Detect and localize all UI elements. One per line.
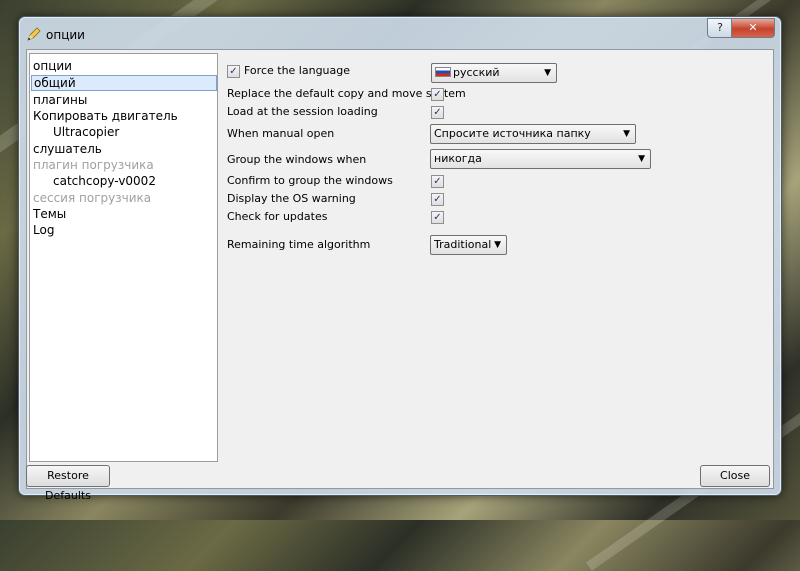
remaining-time-combo[interactable]: Traditional ▼ <box>430 235 507 255</box>
tree-item-label: слушатель <box>33 142 102 156</box>
options-window: опции ? ✕ опции общий плагины Копировать д… <box>18 16 782 502</box>
tree-item[interactable]: слушатель <box>31 141 217 157</box>
load-session-label: Load at the session loading <box>227 105 378 118</box>
force-language-checkbox[interactable]: ✓ <box>227 65 240 78</box>
manual-open-combo[interactable]: Спросите источника папку ▼ <box>430 124 636 144</box>
chevron-down-icon: ▼ <box>638 154 645 164</box>
pencil-icon <box>27 27 41 41</box>
dialog-client-area: опции общий плагины Копировать двигатель Ul… <box>26 49 774 502</box>
close-button[interactable]: Close <box>700 465 770 487</box>
confirm-group-label: Confirm to group the windows <box>227 174 393 187</box>
close-icon: ✕ <box>748 21 758 34</box>
tree-item[interactable]: плагин погрузчика <box>31 157 217 173</box>
group-windows-row: Group the windows when <box>227 151 366 169</box>
check-updates-checkbox[interactable]: ✓ <box>431 211 444 224</box>
tree-item[interactable]: Ultracopier <box>31 124 217 140</box>
help-icon: ? <box>717 21 723 34</box>
tree-item-label: Log <box>33 223 55 237</box>
restore-defaults-button[interactable]: Restore Defaults <box>26 465 110 502</box>
check-updates-label: Check for updates <box>227 210 328 223</box>
tree-header: опции <box>33 59 72 73</box>
tree-item-label: плагины <box>33 93 88 107</box>
tree-item[interactable]: Темы <box>31 206 217 222</box>
os-warning-row: Display the OS warning <box>227 190 356 208</box>
tree-item-label: плагин погрузчика <box>33 158 154 172</box>
chevron-down-icon: ▼ <box>544 68 551 78</box>
language-combo[interactable]: русский ▼ <box>431 63 557 83</box>
tree-item-label: Ultracopier <box>53 125 120 139</box>
os-warning-label: Display the OS warning <box>227 192 356 205</box>
group-windows-combo[interactable]: никогда ▼ <box>430 149 651 169</box>
tree-item-label: catchcopy-v0002 <box>53 174 156 188</box>
manual-open-label: When manual open <box>227 127 335 140</box>
check-updates-row: Check for updates <box>227 208 327 226</box>
tree-item-label: Темы <box>33 207 67 221</box>
load-session-checkbox[interactable]: ✓ <box>431 106 444 119</box>
confirm-group-row: Confirm to group the windows <box>227 172 393 190</box>
remaining-time-label: Remaining time algorithm <box>227 238 371 251</box>
group-windows-label: Group the windows when <box>227 153 367 166</box>
tree-item[interactable]: плагины <box>31 92 217 108</box>
load-session-row: Load at the session loading <box>227 103 378 121</box>
tree-item[interactable]: общий <box>31 75 217 91</box>
manual-open-row: When manual open <box>227 125 334 143</box>
confirm-group-checkbox[interactable]: ✓ <box>431 175 444 188</box>
tree-item[interactable]: сессия погрузчика <box>31 190 217 206</box>
remaining-time-row: Remaining time algorithm <box>227 236 370 254</box>
os-warning-checkbox[interactable]: ✓ <box>431 193 444 206</box>
replace-default-row: Replace the default copy and move system <box>227 85 466 103</box>
title-bar[interactable]: опции ? ✕ <box>19 17 781 49</box>
replace-default-label: Replace the default copy and move system <box>227 87 466 100</box>
force-language-label: Force the language <box>244 64 351 77</box>
tree-item-label: сессия погрузчика <box>33 191 152 205</box>
help-button[interactable]: ? <box>707 18 733 38</box>
options-tree[interactable]: опции общий плагины Копировать двигатель Ul… <box>29 53 218 462</box>
window-close-button[interactable]: ✕ <box>731 18 775 38</box>
window-title: опции <box>46 28 85 42</box>
tree-item[interactable]: catchcopy-v0002 <box>31 173 217 189</box>
chevron-down-icon: ▼ <box>494 240 501 250</box>
chevron-down-icon: ▼ <box>623 129 630 139</box>
russia-flag-icon <box>435 67 451 77</box>
tree-item-label: Копировать двигатель <box>33 109 178 123</box>
tree-item-label: общий <box>34 76 76 90</box>
tree-item[interactable]: Log <box>31 222 217 238</box>
tree-item[interactable]: Копировать двигатель <box>31 108 217 124</box>
replace-default-checkbox[interactable]: ✓ <box>431 88 444 101</box>
